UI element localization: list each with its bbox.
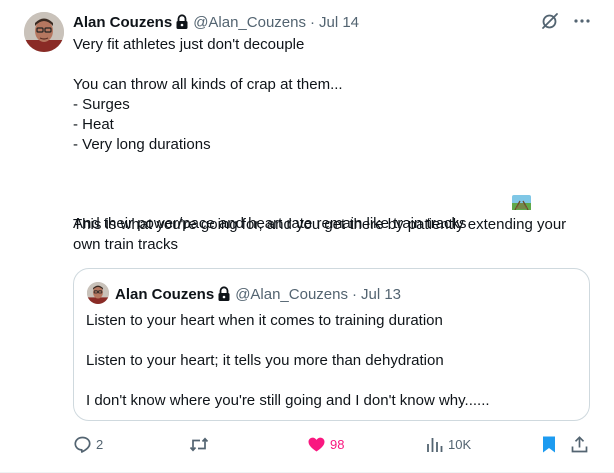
- quoted-tweet[interactable]: Alan Couzens @Alan_Couzens · Jul 13 List…: [73, 268, 590, 421]
- quote-text-line: [86, 371, 490, 391]
- share-icon: [570, 435, 589, 454]
- heart-icon: [307, 435, 326, 454]
- tweet-text-line: You can throw all kinds of crap at them.…: [73, 76, 343, 93]
- tweet-header: Alan Couzens @Alan_Couzens · Jul 14: [73, 12, 593, 32]
- railway-track-emoji: [471, 175, 532, 211]
- quote-author-avatar[interactable]: [87, 282, 109, 304]
- quote-text-line: Listen to your heart when it comes to tr…: [86, 312, 443, 329]
- quote-header: Alan Couzens @Alan_Couzens · Jul 13: [115, 284, 401, 304]
- tweet-text-line: - Very long durations: [73, 136, 211, 153]
- quote-text-line: I don't know where you're still going an…: [86, 392, 490, 409]
- tweet-text-line: [73, 155, 593, 175]
- reply-icon: [73, 435, 92, 454]
- quote-text-line: [86, 331, 490, 351]
- tweet[interactable]: Alan Couzens @Alan_Couzens · Jul 14 Very…: [0, 0, 614, 473]
- author-handle[interactable]: @Alan_Couzens: [193, 14, 306, 31]
- tweet-text-line: own train tracks: [73, 236, 179, 253]
- tweet-text-line: This is what you're going for, and you g…: [73, 216, 567, 233]
- bar-chart-icon: [425, 435, 444, 454]
- view-count: 10K: [448, 436, 472, 452]
- tweet-date[interactable]: Jul 14: [319, 14, 359, 31]
- bookmark-button[interactable]: [541, 432, 557, 456]
- reply-button[interactable]: 2: [73, 432, 103, 456]
- like-button[interactable]: 98: [307, 432, 344, 456]
- share-button[interactable]: [570, 432, 589, 456]
- lock-icon: [175, 14, 189, 30]
- tweet-text-line: [73, 55, 593, 75]
- quote-author-handle: @Alan_Couzens: [235, 285, 348, 303]
- tweet-text-line: Very fit athletes just don't decouple: [73, 36, 305, 53]
- more-icon[interactable]: [573, 12, 591, 35]
- retweet-icon: [189, 435, 209, 454]
- bookmark-icon: [541, 435, 557, 454]
- grok-icon[interactable]: [541, 12, 559, 35]
- tweet-text: Very fit athletes just don't decouple Yo…: [73, 35, 593, 255]
- tweet-text-line: - Surges: [73, 96, 130, 113]
- quote-date: Jul 13: [360, 285, 402, 303]
- quote-text-line: Listen to your heart; it tells you more …: [86, 352, 444, 369]
- author-avatar[interactable]: [24, 12, 64, 52]
- reply-count: 2: [96, 436, 104, 452]
- quote-text: Listen to your heart when it comes to tr…: [86, 311, 490, 411]
- views-button[interactable]: 10K: [425, 432, 471, 456]
- author-name[interactable]: Alan Couzens: [73, 14, 172, 31]
- lock-icon: [217, 286, 231, 302]
- like-count: 98: [330, 436, 345, 452]
- separator-dot: ·: [309, 13, 315, 31]
- quote-author-name: Alan Couzens: [115, 285, 215, 303]
- tweet-text-line: - Heat: [73, 116, 114, 133]
- tweet-actions: 2 98 10K: [73, 432, 593, 456]
- separator-dot: ·: [351, 285, 357, 303]
- retweet-button[interactable]: [189, 432, 213, 456]
